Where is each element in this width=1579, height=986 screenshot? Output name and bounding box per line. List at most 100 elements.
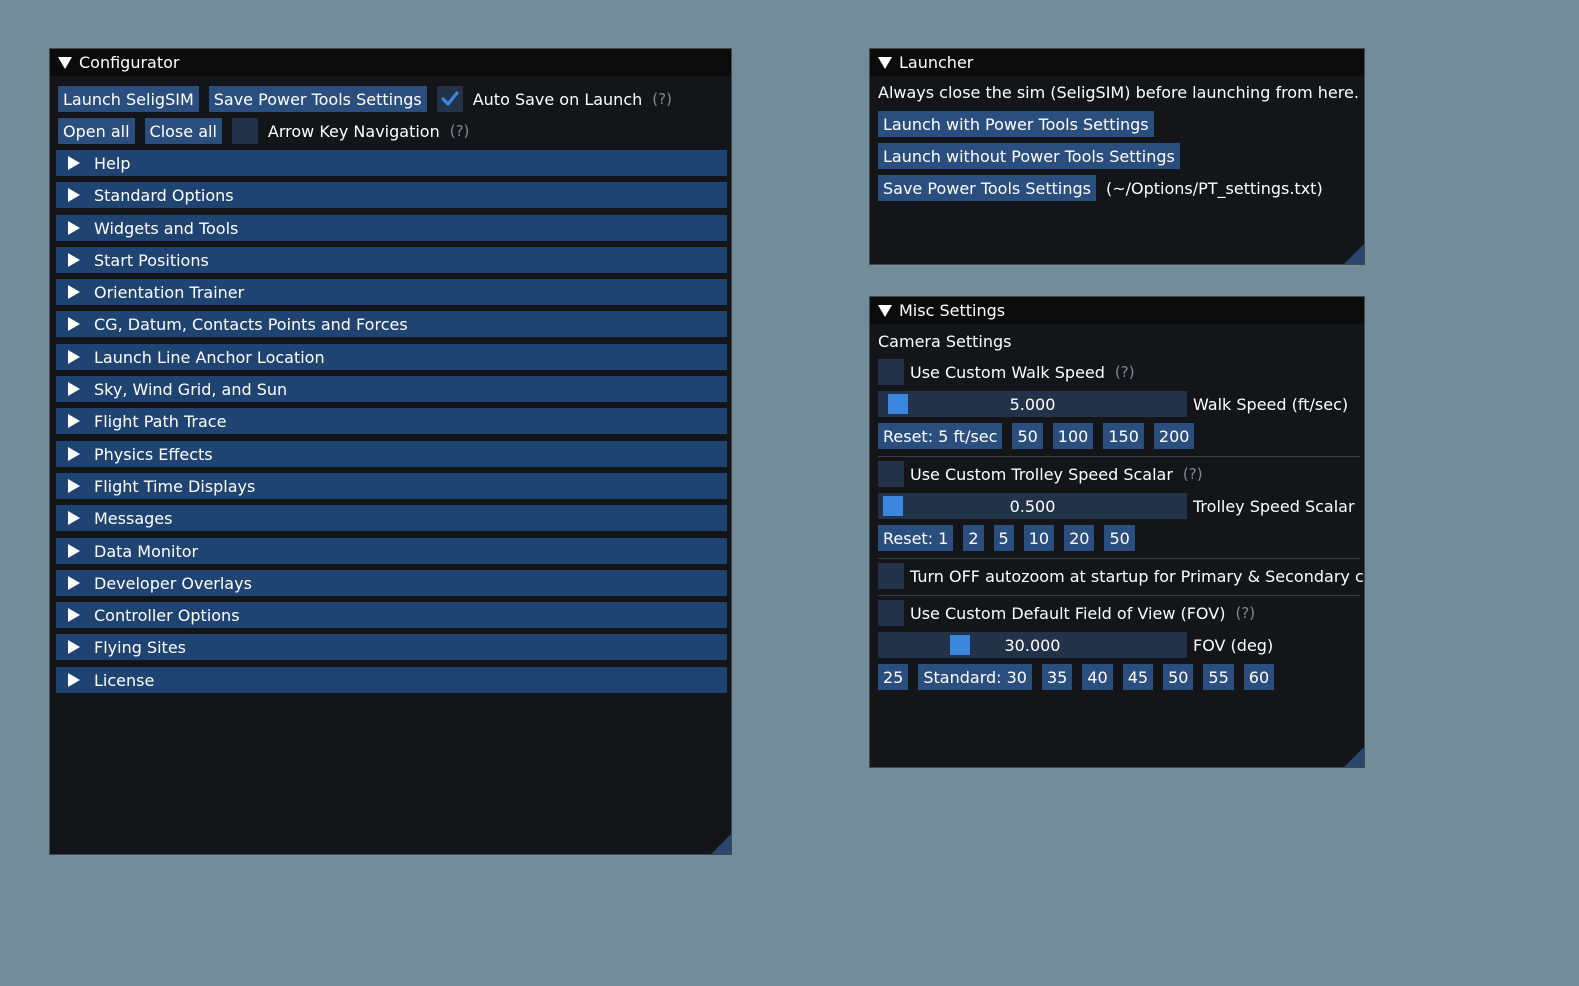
save-power-tools-settings-button[interactable]: Save Power Tools Settings bbox=[208, 86, 427, 112]
section-header-messages[interactable]: Messages bbox=[56, 505, 727, 531]
separator bbox=[878, 558, 1360, 559]
section-label: Start Positions bbox=[94, 250, 209, 270]
launch-seligsim-button[interactable]: Launch SeligSIM bbox=[58, 86, 199, 112]
section-label: Physics Effects bbox=[94, 444, 213, 464]
expand-triangle-icon bbox=[68, 511, 80, 525]
resize-grip[interactable] bbox=[1344, 747, 1364, 767]
collapse-triangle-icon[interactable] bbox=[878, 304, 892, 317]
trolley-speed-slider-grab[interactable] bbox=[883, 496, 903, 516]
walk-speed-preset-button[interactable]: 200 bbox=[1153, 423, 1195, 449]
trolley-preset-button[interactable]: 2 bbox=[963, 525, 984, 551]
fov-slider[interactable]: 30.000 bbox=[878, 632, 1187, 658]
expand-triangle-icon bbox=[68, 608, 80, 622]
section-label: License bbox=[94, 670, 155, 690]
trolley-preset-button[interactable]: 10 bbox=[1023, 525, 1055, 551]
trolley-speed-help-marker[interactable]: (?) bbox=[1183, 465, 1203, 483]
walk-speed-preset-button[interactable]: 100 bbox=[1052, 423, 1094, 449]
section-header-flying-sites[interactable]: Flying Sites bbox=[56, 634, 727, 660]
fov-preset-button[interactable]: 55 bbox=[1203, 664, 1234, 690]
auto-save-checkbox[interactable] bbox=[436, 86, 463, 112]
fov-slider-grab[interactable] bbox=[950, 635, 970, 655]
camera-heading-row: Camera Settings bbox=[878, 332, 1012, 351]
launch-without-settings-button[interactable]: Launch without Power Tools Settings bbox=[878, 143, 1180, 169]
walk-speed-slider-grab[interactable] bbox=[888, 394, 908, 414]
fov-slider-row: 30.000 FOV (deg) bbox=[878, 632, 1273, 658]
fov-preset-button[interactable]: 25 bbox=[878, 664, 909, 690]
custom-walk-speed-checkbox[interactable] bbox=[878, 359, 904, 385]
auto-save-label: Auto Save on Launch bbox=[472, 89, 643, 109]
expand-triangle-icon bbox=[68, 188, 80, 202]
section-label: Controller Options bbox=[94, 605, 240, 625]
fov-preset-button[interactable]: 45 bbox=[1122, 664, 1154, 690]
fov-preset-button[interactable]: 40 bbox=[1082, 664, 1113, 690]
section-label: Flying Sites bbox=[94, 637, 186, 657]
trolley-preset-button[interactable]: 20 bbox=[1064, 525, 1095, 551]
section-header-controller-options[interactable]: Controller Options bbox=[56, 602, 727, 628]
autozoom-off-checkbox[interactable] bbox=[878, 563, 904, 589]
fov-standard-button[interactable]: Standard: 30 bbox=[918, 664, 1032, 690]
fov-preset-button[interactable]: 60 bbox=[1243, 664, 1275, 690]
trolley-preset-button[interactable]: 50 bbox=[1104, 525, 1135, 551]
trolley-slider-row: 0.500 Trolley Speed Scalar bbox=[878, 493, 1355, 519]
arrow-key-navigation-checkbox[interactable] bbox=[231, 118, 258, 144]
launcher-row-3: Save Power Tools Settings (~/Options/PT_… bbox=[878, 175, 1323, 201]
section-header-standard-options[interactable]: Standard Options bbox=[56, 182, 727, 208]
resize-grip[interactable] bbox=[711, 834, 731, 854]
fov-preset-button[interactable]: 50 bbox=[1163, 664, 1194, 690]
open-all-button[interactable]: Open all bbox=[58, 118, 135, 144]
walk-speed-help-marker[interactable]: (?) bbox=[1115, 363, 1135, 381]
custom-fov-checkbox[interactable] bbox=[878, 600, 904, 626]
custom-trolley-speed-checkbox[interactable] bbox=[878, 461, 904, 487]
trolley-speed-slider-label: Trolley Speed Scalar bbox=[1193, 496, 1355, 516]
fov-preset-button[interactable]: 35 bbox=[1041, 664, 1073, 690]
collapse-triangle-icon[interactable] bbox=[58, 56, 72, 69]
launch-with-settings-button[interactable]: Launch with Power Tools Settings bbox=[878, 111, 1154, 137]
expand-triangle-icon bbox=[68, 156, 80, 170]
expand-triangle-icon bbox=[68, 479, 80, 493]
close-all-button[interactable]: Close all bbox=[144, 118, 222, 144]
trolley-preset-button[interactable]: 5 bbox=[993, 525, 1014, 551]
walk-speed-reset-button[interactable]: Reset: 5 ft/sec bbox=[878, 423, 1003, 449]
checkmark-icon bbox=[441, 91, 459, 106]
section-header-help[interactable]: Help bbox=[56, 150, 727, 176]
section-label: Widgets and Tools bbox=[94, 218, 239, 238]
walk-speed-preset-button[interactable]: 150 bbox=[1103, 423, 1144, 449]
trolley-speed-slider[interactable]: 0.500 bbox=[878, 493, 1187, 519]
walk-speed-preset-button[interactable]: 50 bbox=[1012, 423, 1043, 449]
walk-speed-presets-row: Reset: 5 ft/sec 50 100 150 200 bbox=[878, 423, 1195, 449]
arrow-key-help-marker[interactable]: (?) bbox=[450, 122, 470, 140]
section-header-flight-time-displays[interactable]: Flight Time Displays bbox=[56, 473, 727, 499]
launcher-save-settings-button[interactable]: Save Power Tools Settings bbox=[878, 175, 1096, 201]
section-header-start-positions[interactable]: Start Positions bbox=[56, 247, 727, 273]
section-header-orientation-trainer[interactable]: Orientation Trainer bbox=[56, 279, 727, 305]
collapse-triangle-icon[interactable] bbox=[878, 56, 892, 69]
expand-triangle-icon bbox=[68, 350, 80, 364]
resize-grip[interactable] bbox=[1344, 244, 1364, 264]
walk-speed-check-row: Use Custom Walk Speed (?) bbox=[878, 359, 1135, 385]
expand-triangle-icon bbox=[68, 673, 80, 687]
configurator-window: Configurator Launch SeligSIM Save Power … bbox=[49, 48, 732, 855]
misc-titlebar[interactable]: Misc Settings bbox=[870, 297, 1364, 324]
walk-speed-slider-label: Walk Speed (ft/sec) bbox=[1193, 394, 1349, 414]
section-header-data-monitor[interactable]: Data Monitor bbox=[56, 538, 727, 564]
section-header-sky-wind-sun[interactable]: Sky, Wind Grid, and Sun bbox=[56, 376, 727, 402]
section-header-developer-overlays[interactable]: Developer Overlays bbox=[56, 570, 727, 596]
launcher-window: Launcher Always close the sim (SeligSIM)… bbox=[869, 48, 1365, 265]
launcher-notice: Always close the sim (SeligSIM) before l… bbox=[878, 83, 1359, 102]
section-header-flight-path-trace[interactable]: Flight Path Trace bbox=[56, 408, 727, 434]
configurator-toolbar-1: Launch SeligSIM Save Power Tools Setting… bbox=[58, 86, 672, 112]
auto-save-help-marker[interactable]: (?) bbox=[652, 90, 672, 108]
section-header-widgets-and-tools[interactable]: Widgets and Tools bbox=[56, 215, 727, 241]
section-label: Flight Path Trace bbox=[94, 411, 227, 431]
configurator-titlebar[interactable]: Configurator bbox=[50, 49, 731, 76]
section-header-license[interactable]: License bbox=[56, 667, 727, 693]
trolley-reset-button[interactable]: Reset: 1 bbox=[878, 525, 954, 551]
section-header-physics-effects[interactable]: Physics Effects bbox=[56, 441, 727, 467]
custom-fov-label: Use Custom Default Field of View (FOV) bbox=[910, 603, 1226, 623]
walk-speed-slider[interactable]: 5.000 bbox=[878, 391, 1187, 417]
fov-help-marker[interactable]: (?) bbox=[1235, 604, 1255, 622]
section-header-launch-line-anchor[interactable]: Launch Line Anchor Location bbox=[56, 344, 727, 370]
expand-triangle-icon bbox=[68, 285, 80, 299]
launcher-titlebar[interactable]: Launcher bbox=[870, 49, 1364, 76]
section-header-cg-datum[interactable]: CG, Datum, Contacts Points and Forces bbox=[56, 311, 727, 337]
